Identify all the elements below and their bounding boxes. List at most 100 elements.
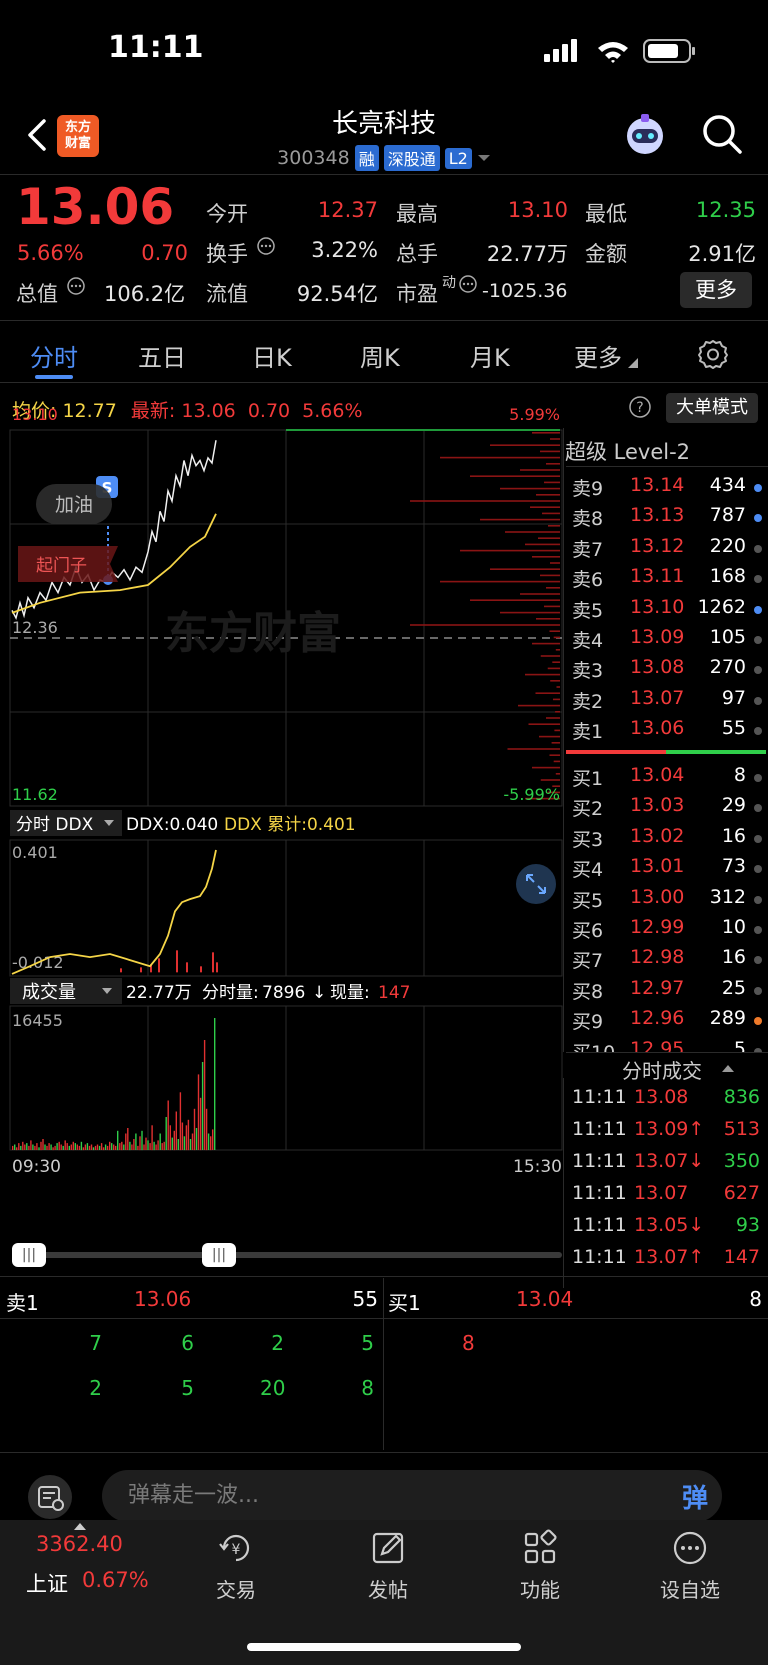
- tick-price: 13.05↓: [634, 1214, 705, 1236]
- ask-label: 卖2: [572, 690, 604, 713]
- bid-row[interactable]: 买4 13.01 73: [572, 855, 762, 885]
- chevron-down-icon: [477, 155, 490, 161]
- tick-price: 13.07↑: [634, 1246, 705, 1268]
- bid-label: 买2: [572, 798, 604, 821]
- tick-row: 11:11 13.05↓ 93: [572, 1214, 762, 1246]
- ask-label: 卖7: [572, 538, 604, 561]
- status-dot: [754, 804, 762, 813]
- index-pct[interactable]: 0.67%: [82, 1568, 149, 1592]
- queue-ask-label: 卖1: [6, 1291, 39, 1315]
- svg-text:¥: ¥: [232, 1542, 241, 1558]
- volume-label: 总手: [396, 242, 438, 266]
- bid-vol: 25: [721, 976, 746, 999]
- bid-row[interactable]: 买1 13.04 8: [572, 764, 762, 794]
- turnover-label: 换手: [206, 242, 248, 266]
- caret-up-icon: [74, 1523, 86, 1530]
- pe-value: -1025.36: [482, 280, 568, 302]
- chevron-up-icon[interactable]: [722, 1064, 734, 1072]
- time-start-label: 09:30: [12, 1157, 61, 1177]
- tick-vol: 836: [723, 1086, 760, 1108]
- ask-label: 卖5: [572, 599, 604, 622]
- bid-price: 12.99: [630, 916, 685, 938]
- tick-row: 11:11 13.07 627: [572, 1182, 762, 1214]
- ask-price: 13.06: [630, 717, 685, 740]
- bid-vol: 8: [733, 764, 746, 786]
- range-handle-left[interactable]: |||: [12, 1243, 46, 1267]
- bid-price: 12.97: [630, 976, 685, 999]
- ticks-title[interactable]: 分时成交: [622, 1055, 702, 1084]
- ask-label: 卖3: [572, 660, 604, 683]
- ask-row[interactable]: 卖3 13.08 270: [572, 656, 762, 686]
- tick-time: 11:11: [572, 1150, 627, 1172]
- bid-row[interactable]: 买8 12.97 25: [572, 977, 762, 1007]
- barrage-toggle-icon[interactable]: [28, 1475, 72, 1519]
- open-label: 今开: [206, 202, 248, 226]
- status-time: 11:11: [108, 30, 204, 65]
- status-dot: [754, 834, 762, 843]
- tab-weekly-k[interactable]: 周K: [360, 338, 400, 373]
- info-icon[interactable]: [458, 274, 478, 294]
- bid-row[interactable]: 买6 12.99 10: [572, 916, 762, 946]
- bid-label: 买7: [572, 950, 604, 973]
- bid-row[interactable]: 买2 13.03 29: [572, 794, 762, 824]
- more-button[interactable]: 更多: [680, 272, 752, 308]
- index-name[interactable]: 上证: [26, 1568, 68, 1598]
- queue-cell: 5: [181, 1376, 194, 1400]
- bid-label: 买9: [572, 1011, 604, 1034]
- tab-intraday[interactable]: 分时: [30, 338, 78, 373]
- ask-row[interactable]: 卖9 13.14 434: [572, 474, 762, 504]
- bid-label: 买3: [572, 828, 604, 851]
- range-handle-right[interactable]: |||: [202, 1243, 236, 1267]
- ask-row[interactable]: 卖5 13.10 1262: [572, 596, 762, 626]
- queue-cell: 20: [260, 1376, 286, 1400]
- ask-row[interactable]: 卖6 13.11 168: [572, 565, 762, 595]
- barrage-input[interactable]: 弹幕走一波...: [102, 1470, 722, 1522]
- ask-label: 卖6: [572, 569, 604, 592]
- tab-five-day[interactable]: 五日: [138, 338, 186, 373]
- tick-price: 13.07: [634, 1182, 689, 1204]
- queue-bid-price: 13.04: [516, 1287, 574, 1311]
- float-value: 92.54亿: [296, 282, 378, 306]
- tab-monthly-k[interactable]: 月K: [470, 338, 510, 373]
- ask-price: 13.14: [630, 474, 685, 496]
- ask-vol: 168: [709, 565, 746, 588]
- level2-title: 超级 Level-2: [565, 440, 691, 464]
- bid-vol: 10: [721, 916, 746, 938]
- ask-row[interactable]: 卖4 13.09 105: [572, 626, 762, 656]
- svg-text:加油: 加油: [55, 494, 93, 516]
- ask-price: 13.12: [630, 534, 685, 557]
- info-icon[interactable]: [256, 236, 276, 256]
- queue-cell: 2: [271, 1331, 284, 1355]
- ask-label: 卖4: [572, 630, 604, 652]
- queue-bid-label: 买1: [388, 1291, 421, 1315]
- queue-cell: 8: [462, 1331, 475, 1355]
- ask-row[interactable]: 卖7 13.12 220: [572, 535, 762, 565]
- time-range-track[interactable]: [12, 1252, 562, 1258]
- amount-value: 2.91亿: [688, 242, 756, 266]
- triangle-icon: [628, 358, 638, 368]
- ask-price: 13.08: [630, 656, 685, 679]
- bid-price: 13.03: [630, 794, 685, 817]
- nav-post[interactable]: 发帖: [338, 1528, 438, 1603]
- stock-code: 300348: [277, 147, 350, 169]
- index-value[interactable]: 3362.40: [36, 1532, 123, 1556]
- tab-more[interactable]: 更多: [574, 338, 622, 373]
- bid-row[interactable]: 买5 13.00 312: [572, 886, 762, 916]
- ask-row[interactable]: 卖2 13.07 97: [572, 687, 762, 717]
- nav-functions[interactable]: 功能: [490, 1528, 590, 1603]
- bid-row[interactable]: 买3 13.02 16: [572, 825, 762, 855]
- ask-row[interactable]: 卖8 13.13 787: [572, 504, 762, 534]
- bid-vol: 16: [721, 946, 746, 969]
- tab-daily-k[interactable]: 日K: [252, 338, 292, 373]
- ask-row[interactable]: 卖1 13.06 55: [572, 717, 762, 747]
- settings-gear-icon[interactable]: [697, 338, 729, 370]
- bid-row[interactable]: 买7 12.98 16: [572, 946, 762, 976]
- nav-add-watchlist[interactable]: 设自选: [640, 1528, 740, 1603]
- barrage-send-button[interactable]: 弹: [682, 1478, 722, 1518]
- bid-row[interactable]: 买9 12.96 289: [572, 1007, 762, 1037]
- robot-assistant-icon[interactable]: [622, 112, 668, 158]
- mktcap-value: 106.2亿: [104, 282, 186, 306]
- info-icon[interactable]: [66, 276, 86, 296]
- nav-trade[interactable]: ¥ 交易: [186, 1528, 286, 1603]
- search-icon[interactable]: [700, 112, 744, 156]
